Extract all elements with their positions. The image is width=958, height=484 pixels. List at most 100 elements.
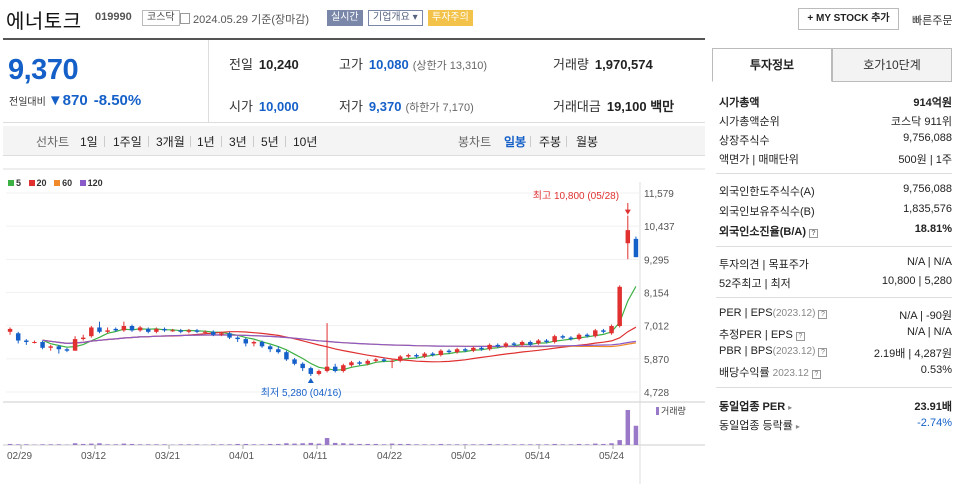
open-value: 10,000 bbox=[258, 99, 299, 114]
per-value: N/A | -90원 bbox=[899, 310, 952, 322]
volume-bar bbox=[609, 443, 614, 445]
candle-body bbox=[568, 337, 574, 340]
divider bbox=[716, 173, 952, 174]
help-icon[interactable]: ? bbox=[809, 229, 818, 238]
investment-info-panel: 투자정보 호가10단계 시가총액 914억원 시가총액순위 코스닥 911위 상장주… bbox=[712, 48, 958, 484]
candle-body bbox=[536, 340, 541, 344]
down-arrow-icon: ▼ bbox=[47, 92, 63, 109]
volume-bar bbox=[463, 444, 468, 445]
low-annotation: 최저 5,280 (04/16) bbox=[261, 387, 342, 399]
tab-10y[interactable]: 10년 bbox=[293, 133, 317, 150]
tab-1w[interactable]: 1주일 bbox=[113, 133, 142, 150]
candle-body bbox=[308, 368, 314, 374]
volume-value: 1,970,574 bbox=[594, 57, 653, 72]
industry-per-row[interactable]: 동일업종 PER ▸ 23.91배 bbox=[719, 398, 952, 414]
company-overview-dropdown[interactable]: 기업개요 ▾ bbox=[368, 10, 423, 26]
par-label: 액면가 | 매매단위 bbox=[719, 154, 799, 166]
volume-label: 거래량 bbox=[661, 405, 686, 416]
ma-legend: 5 20 60 120 bbox=[8, 178, 108, 188]
help-icon[interactable]: ? bbox=[818, 310, 828, 319]
volume-bar bbox=[536, 444, 541, 445]
candle-body bbox=[422, 353, 427, 357]
tab-3y[interactable]: 3년 bbox=[229, 133, 247, 150]
candle-body bbox=[332, 366, 338, 372]
par-value: 500원 | 1주 bbox=[898, 154, 952, 166]
volume-bar bbox=[227, 444, 232, 445]
industry-rate-row[interactable]: 동일업종 등락률 ▸ -2.74% bbox=[719, 417, 952, 433]
candle-body bbox=[349, 362, 354, 366]
volume-bar bbox=[389, 443, 395, 445]
low-price: 저가 9,370 (하한가 7,170) bbox=[339, 96, 474, 115]
legend-ma5-label: 5 bbox=[16, 178, 22, 188]
tab-5y[interactable]: 5년 bbox=[261, 133, 279, 150]
help-icon[interactable]: ? bbox=[811, 370, 821, 379]
candle-body bbox=[373, 359, 379, 361]
y-tick-label: 9,295 bbox=[644, 255, 669, 266]
x-tick-label: 05/24 bbox=[599, 451, 624, 462]
tab-3m[interactable]: 3개월 bbox=[156, 133, 185, 150]
legend-ma5: 5 bbox=[8, 178, 21, 188]
est-per-label: 추정PER | EPS bbox=[719, 329, 793, 341]
chart-tab-bar: 선차트 1일 1주일 3개월 1년 3년 5년 10년 봉차트 일봉 주봉 월봉 bbox=[3, 126, 705, 156]
change-percent: -8.50% bbox=[93, 92, 142, 109]
foreign-ratio-label: 외국인소진율(B/A) bbox=[719, 226, 806, 238]
divider bbox=[530, 136, 531, 147]
candle-body bbox=[446, 350, 452, 353]
tab-monthly[interactable]: 월봉 bbox=[576, 133, 598, 150]
divider bbox=[104, 136, 105, 147]
candle-body bbox=[397, 356, 403, 361]
tab-1d[interactable]: 1일 bbox=[80, 133, 98, 150]
divider bbox=[190, 136, 191, 147]
volume-bar bbox=[332, 442, 338, 445]
help-icon[interactable]: ? bbox=[795, 332, 805, 341]
foreign-limit-row: 외국인한도주식수(A) 9,756,088 bbox=[719, 183, 952, 199]
shares-row: 상장주식수 9,756,088 bbox=[719, 132, 952, 148]
per-row: PER | EPS(2023.12)? N/A | -90원 bbox=[719, 307, 952, 323]
candle-body bbox=[365, 360, 370, 364]
tab-daily[interactable]: 일봉 bbox=[504, 133, 526, 150]
market-badge: 코스닥 bbox=[142, 10, 180, 26]
amount-value: 19,100 백만 bbox=[606, 99, 675, 114]
candle-body bbox=[251, 341, 257, 344]
volume-bar bbox=[584, 444, 590, 445]
candle-body bbox=[430, 353, 435, 356]
candlestick-chart: 11,579 10,437 9,295 8,154 7,012 5,870 4,728 02/… bbox=[3, 168, 705, 484]
high-arrow-head bbox=[624, 209, 631, 215]
candle-body bbox=[267, 346, 273, 350]
candle-body bbox=[284, 352, 289, 360]
legend-ma120-swatch bbox=[79, 180, 86, 186]
pbr-row: PBR | BPS(2023.12)? 2.19배 | 4,287원 bbox=[719, 345, 952, 361]
foreign-ratio-row: 외국인소진율(B/A)? 18.81% bbox=[719, 223, 952, 239]
candle-body bbox=[146, 328, 151, 332]
candle-body bbox=[324, 366, 330, 372]
tab-weekly[interactable]: 주봉 bbox=[539, 133, 561, 150]
foreign-hold-value: 1,835,576 bbox=[903, 203, 952, 215]
add-my-stock-button[interactable]: + MY STOCK 추가 bbox=[798, 8, 899, 30]
candle-body bbox=[438, 350, 444, 356]
candle-body bbox=[341, 365, 346, 372]
foreign-ratio-value: 18.81% bbox=[914, 223, 952, 235]
volume-bar bbox=[97, 443, 102, 445]
realtime-button[interactable]: 실시간 bbox=[327, 10, 363, 26]
candle-body bbox=[617, 286, 622, 327]
week52-value: 10,800 | 5,280 bbox=[881, 275, 952, 287]
fast-order-link[interactable]: 빠른주문 bbox=[912, 12, 952, 28]
candle-body bbox=[609, 326, 614, 334]
amount-label: 거래대금 bbox=[553, 99, 601, 114]
volume-bar bbox=[519, 444, 525, 445]
x-tick-label: 02/29 bbox=[7, 451, 32, 462]
per-label: PER | EPS bbox=[719, 307, 773, 319]
volume-bar bbox=[625, 410, 631, 445]
volume-bar bbox=[349, 443, 354, 445]
help-icon[interactable]: ? bbox=[818, 348, 828, 357]
base-date: 2024.05.29 기준(장마감) bbox=[180, 11, 309, 27]
divider bbox=[566, 136, 567, 147]
tab-investment-info[interactable]: 투자정보 bbox=[712, 48, 832, 82]
candle-body bbox=[454, 349, 460, 353]
volume-bar bbox=[357, 443, 362, 445]
tab-1y[interactable]: 1년 bbox=[197, 133, 215, 150]
x-tick-label: 03/12 bbox=[81, 451, 106, 462]
tab-orderbook-10[interactable]: 호가10단계 bbox=[832, 48, 952, 82]
candle-body bbox=[406, 355, 411, 357]
volume-bar bbox=[341, 443, 346, 445]
